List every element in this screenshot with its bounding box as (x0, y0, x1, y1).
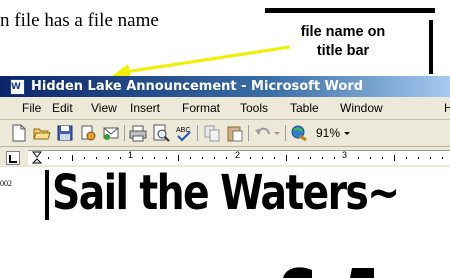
title-bar[interactable]: Hidden Lake Announcement - Microsoft Wor… (0, 76, 450, 97)
menu-help[interactable]: H (444, 97, 450, 119)
zoom-level[interactable]: 91% (316, 124, 340, 142)
word-app-icon[interactable] (10, 77, 25, 97)
zoom-dropdown-icon[interactable] (342, 124, 352, 142)
email-icon[interactable] (102, 124, 120, 142)
menu-table[interactable]: Table (290, 97, 319, 119)
document-area[interactable]: Sail the Waters~ (0, 165, 450, 278)
horizontal-ruler[interactable]: 1 2 3 (28, 150, 450, 165)
word-window: Hidden Lake Announcement - Microsoft Wor… (0, 76, 450, 278)
menu-insert[interactable]: Insert (130, 97, 160, 119)
save-icon[interactable] (56, 124, 74, 142)
menu-format[interactable]: Format (182, 97, 220, 119)
menu-view[interactable]: View (91, 97, 117, 119)
footer-fragment: 002 (0, 179, 12, 188)
open-folder-icon[interactable] (33, 124, 51, 142)
insert-hyperlink-icon[interactable] (290, 124, 308, 142)
menu-edit[interactable]: Edit (52, 97, 73, 119)
permission-icon[interactable] (79, 124, 97, 142)
toolbar-separator (124, 125, 125, 141)
standard-toolbar: ABC 91% (0, 120, 450, 147)
toolbar-separator (248, 125, 249, 141)
toolbar-separator (285, 125, 286, 141)
copy-icon[interactable] (203, 124, 221, 142)
spelling-icon[interactable]: ABC (175, 124, 193, 142)
menu-tools[interactable]: Tools (240, 97, 268, 119)
tab-selector[interactable] (6, 151, 20, 165)
ruler-number: 3 (342, 150, 348, 160)
menu-file[interactable]: File (22, 97, 41, 119)
print-preview-icon[interactable] (152, 124, 170, 142)
paste-icon[interactable] (226, 124, 244, 142)
left-tab-icon (9, 155, 17, 163)
ruler-number: 2 (235, 150, 241, 160)
toolbar-separator (197, 125, 198, 141)
undo-icon[interactable] (254, 124, 272, 142)
dropdown-icon[interactable] (272, 124, 282, 142)
partial-text-below (283, 267, 374, 278)
window-title: Hidden Lake Announcement - Microsoft Wor… (31, 79, 364, 94)
print-icon[interactable] (129, 124, 147, 142)
menu-bar: File Edit View Insert Format Tools Table… (0, 97, 450, 120)
indent-marker[interactable] (32, 151, 42, 165)
ruler-number: 1 (128, 150, 134, 160)
ruler-area: 1 2 3 (0, 147, 450, 167)
menu-window[interactable]: Window (340, 97, 383, 119)
new-document-icon[interactable] (10, 124, 28, 142)
